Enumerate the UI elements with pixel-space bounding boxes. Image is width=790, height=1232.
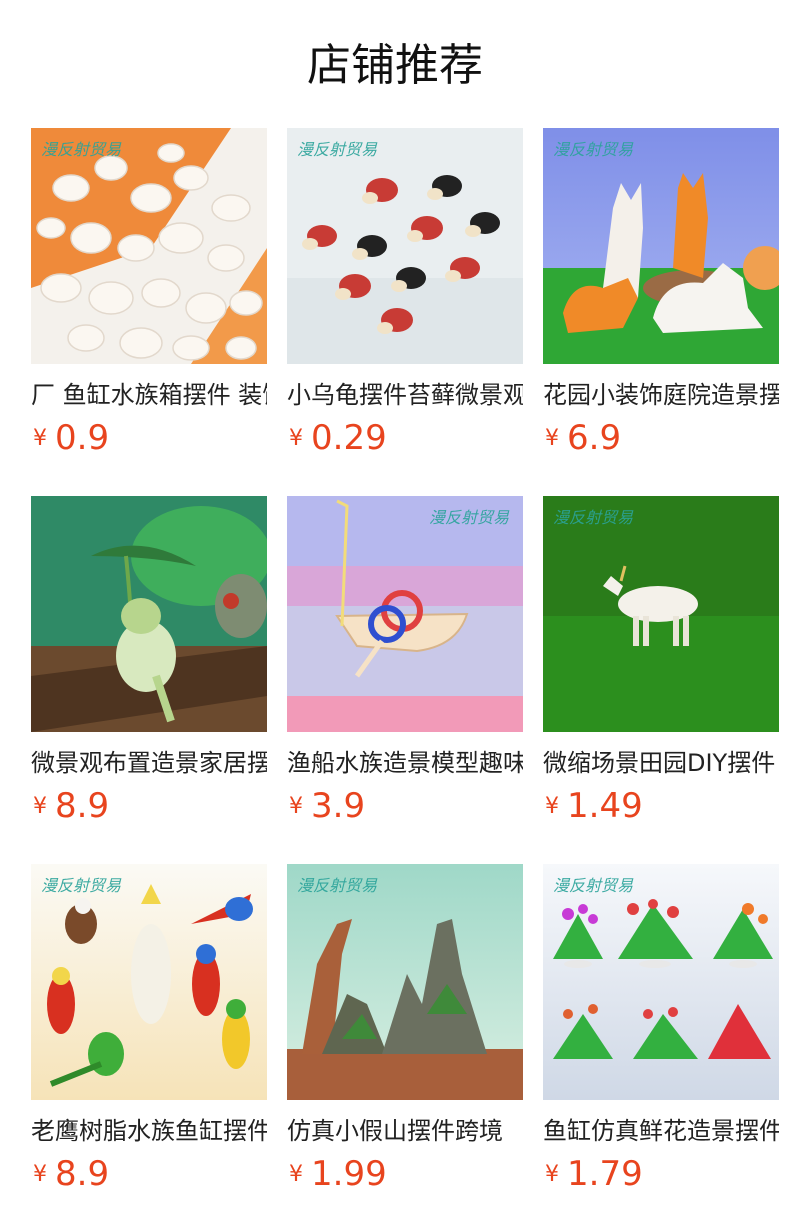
product-image[interactable]: 漫反射贸易 (543, 128, 779, 364)
product-price: ¥1.79 (543, 1154, 779, 1194)
price-value: 8.9 (55, 1154, 110, 1194)
watermark-logo: 漫反射贸易 (41, 876, 122, 895)
product-card[interactable]: 微景观布置造景家居摆件 ¥8.9 (31, 496, 267, 826)
price-value: 3.9 (311, 786, 366, 826)
product-image[interactable]: 漫反射贸易 (287, 128, 523, 364)
product-price: ¥0.9 (31, 418, 267, 458)
product-image[interactable]: 漫反射贸易 (287, 864, 523, 1100)
currency-symbol: ¥ (289, 794, 303, 819)
product-price: ¥0.29 (287, 418, 523, 458)
product-card[interactable]: 漫反射贸易 渔船水族造景模型趣味 ¥3.9 (287, 496, 523, 826)
product-price: ¥1.49 (543, 786, 779, 826)
product-image[interactable]: 漫反射贸易 (543, 496, 779, 732)
product-card[interactable]: 漫反射贸易 厂 鱼缸水族箱摆件 装饰 ¥0.9 (31, 128, 267, 458)
currency-symbol: ¥ (289, 1162, 303, 1187)
product-card[interactable]: 漫反射贸易 老鹰树脂水族鱼缸摆件 ¥8.9 (31, 864, 267, 1194)
currency-symbol: ¥ (33, 426, 47, 451)
watermark-logo: 漫反射贸易 (41, 140, 122, 159)
product-image[interactable] (31, 496, 267, 732)
product-price: ¥8.9 (31, 1154, 267, 1194)
product-card[interactable]: 漫反射贸易 花园小装饰庭院造景摆件 ¥6.9 (543, 128, 779, 458)
product-price: ¥8.9 (31, 786, 267, 826)
product-name[interactable]: 微景观布置造景家居摆件 (31, 746, 267, 780)
product-card[interactable]: 漫反射贸易 鱼缸仿真鲜花造景摆件 ¥1.79 (543, 864, 779, 1194)
watermark-logo: 漫反射贸易 (297, 876, 378, 895)
product-image[interactable]: 漫反射贸易 (31, 864, 267, 1100)
watermark-logo: 漫反射贸易 (553, 508, 634, 527)
product-name[interactable]: 小乌龟摆件苔藓微景观 (287, 378, 523, 412)
currency-symbol: ¥ (33, 794, 47, 819)
product-name[interactable]: 微缩场景田园DIY摆件 (543, 746, 779, 780)
price-value: 0.9 (55, 418, 110, 458)
currency-symbol: ¥ (289, 426, 303, 451)
product-name[interactable]: 花园小装饰庭院造景摆件 (543, 378, 779, 412)
watermark-logo: 漫反射贸易 (428, 508, 509, 527)
section-title: 店铺推荐 (307, 40, 483, 91)
product-name[interactable]: 鱼缸仿真鲜花造景摆件 (543, 1114, 779, 1148)
price-value: 6.9 (567, 418, 622, 458)
product-card[interactable]: 漫反射贸易 仿真小假山摆件跨境 ¥1.99 (287, 864, 523, 1194)
currency-symbol: ¥ (545, 1162, 559, 1187)
product-price: ¥1.99 (287, 1154, 523, 1194)
price-value: 1.79 (567, 1154, 643, 1194)
product-price: ¥3.9 (287, 786, 523, 826)
price-value: 0.29 (311, 418, 387, 458)
currency-symbol: ¥ (545, 426, 559, 451)
price-value: 1.99 (311, 1154, 387, 1194)
currency-symbol: ¥ (545, 794, 559, 819)
product-image[interactable]: 漫反射贸易 (287, 496, 523, 732)
watermark-logo: 漫反射贸易 (297, 140, 378, 159)
currency-symbol: ¥ (33, 1162, 47, 1187)
product-price: ¥6.9 (543, 418, 779, 458)
product-card[interactable]: 漫反射贸易 微缩场景田园DIY摆件 ¥1.49 (543, 496, 779, 826)
price-value: 8.9 (55, 786, 110, 826)
product-name[interactable]: 厂 鱼缸水族箱摆件 装饰 (31, 378, 267, 412)
watermark-logo: 漫反射贸易 (553, 876, 634, 895)
product-name[interactable]: 渔船水族造景模型趣味 (287, 746, 523, 780)
product-card[interactable]: 漫反射贸易 小乌龟摆件苔藓微景观 ¥0.29 (287, 128, 523, 458)
product-name[interactable]: 仿真小假山摆件跨境 (287, 1114, 523, 1148)
product-image[interactable]: 漫反射贸易 (543, 864, 779, 1100)
product-image[interactable]: 漫反射贸易 (31, 128, 267, 364)
price-value: 1.49 (567, 786, 643, 826)
product-name[interactable]: 老鹰树脂水族鱼缸摆件 (31, 1114, 267, 1148)
watermark-logo: 漫反射贸易 (553, 140, 634, 159)
